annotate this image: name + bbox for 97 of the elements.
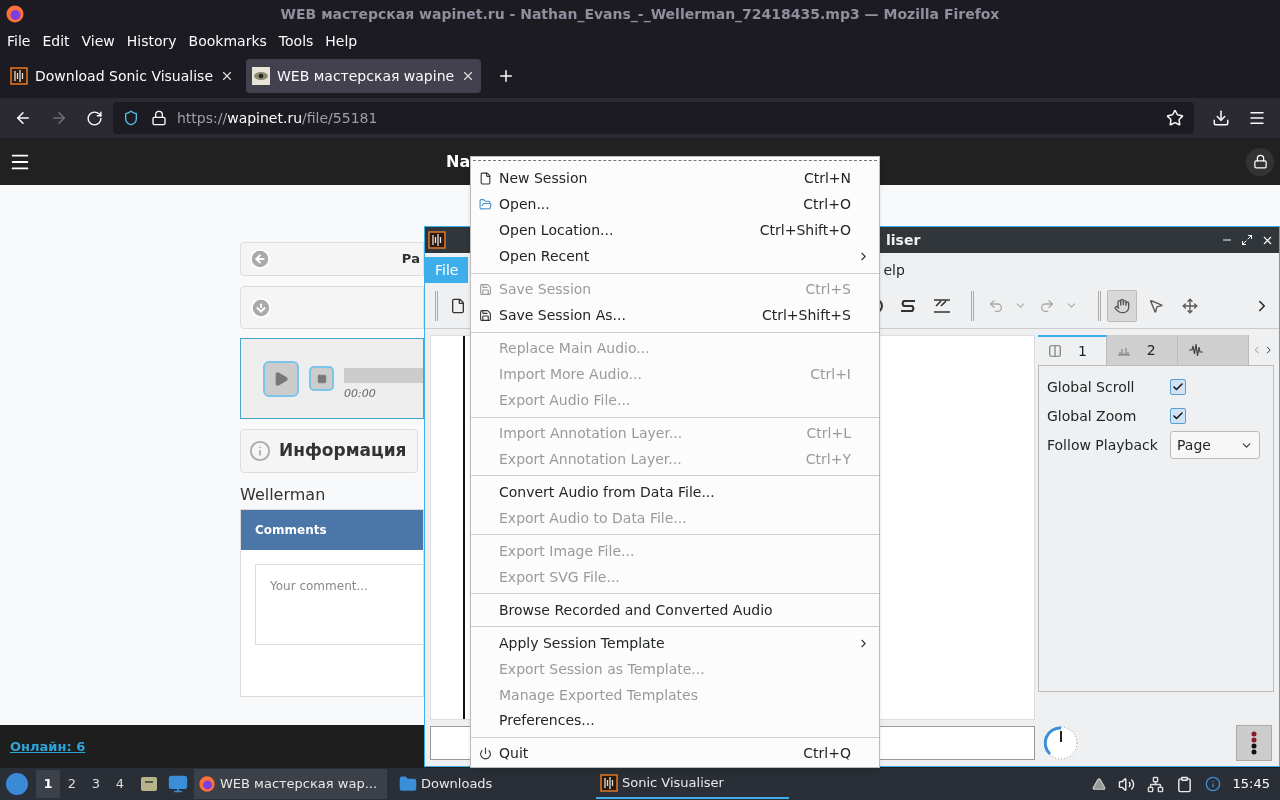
check-icon	[1172, 381, 1184, 393]
window-title: liser	[886, 230, 921, 250]
menu-item[interactable]: Preferences...	[471, 708, 879, 734]
forward-icon[interactable]	[50, 109, 68, 127]
option-label: Global Scroll	[1047, 377, 1136, 397]
checkbox[interactable]	[1170, 408, 1186, 424]
start-button[interactable]	[6, 773, 28, 795]
browser-tab[interactable]: WEB мастерская wapine	[246, 59, 482, 93]
workspace-button[interactable]: 4	[108, 770, 132, 798]
tab-favicon	[10, 67, 28, 85]
task-button[interactable]: WEB мастерская wap...	[194, 769, 387, 799]
waveform-icon	[1187, 342, 1204, 358]
panes-icon	[1048, 344, 1062, 358]
eye-icon	[252, 67, 270, 85]
menu-item[interactable]: Bookmarks	[182, 30, 273, 52]
menu-item[interactable]: Open Location... Ctrl+Shift+O	[471, 217, 879, 244]
panel-tab[interactable]	[1177, 335, 1249, 365]
document-icon	[478, 172, 492, 186]
menu-item[interactable]: Apply Session Template	[471, 630, 879, 657]
notification-icon[interactable]	[1204, 776, 1221, 792]
menu-item[interactable]: Browse Recorded and Converted Audio	[471, 597, 879, 624]
checkbox[interactable]	[1170, 379, 1186, 395]
back-icon[interactable]	[14, 109, 32, 127]
menu-item[interactable]: View	[75, 30, 121, 52]
volume-dial[interactable]	[1041, 723, 1081, 763]
network-icon[interactable]	[1146, 775, 1164, 793]
dropdown[interactable]: Page	[1170, 431, 1260, 459]
stop-button[interactable]	[309, 366, 334, 391]
folder-icon	[478, 198, 492, 212]
menu-item[interactable]: Open Recent	[471, 243, 879, 270]
menu-item[interactable]: Tools	[272, 30, 320, 52]
panel-tab[interactable]: 1	[1038, 335, 1107, 365]
window-title: WEB мастерская wapinet.ru - Nathan_Evans_-_Wellerman_72418435.mp3 — Mozilla Firefox	[280, 4, 1000, 25]
folder-icon	[399, 775, 417, 793]
check-icon	[1172, 410, 1184, 422]
workspace-button[interactable]: 1	[36, 770, 60, 798]
lock-icon	[151, 110, 167, 126]
meter-button[interactable]	[1236, 725, 1272, 761]
lock-icon	[1252, 154, 1268, 169]
comments-header: Comments	[241, 510, 423, 550]
zigzag-icon[interactable]	[933, 298, 951, 313]
browser-tab[interactable]: Download Sonic Visualise	[4, 59, 240, 93]
curve-icon[interactable]	[899, 298, 917, 313]
menu-item[interactable]: Edit	[36, 30, 76, 52]
hand-icon	[1114, 297, 1130, 314]
menu-item[interactable]: Quit Ctrl+Q	[471, 740, 879, 767]
power-icon	[478, 747, 492, 761]
page-title: Na	[446, 150, 471, 173]
play-icon	[273, 370, 289, 387]
option-label: Follow Playback	[1047, 435, 1159, 455]
document-icon[interactable]	[450, 297, 466, 314]
menu-item[interactable]: Help	[319, 30, 364, 52]
info-icon	[249, 440, 271, 462]
desktop-icon[interactable]	[168, 774, 188, 794]
info-header: Информация	[240, 429, 418, 473]
reload-icon[interactable]	[86, 109, 103, 127]
tray-arrow-icon[interactable]	[1091, 777, 1106, 791]
arrow-down-icon	[250, 296, 272, 319]
comment-field[interactable]: Your comment...	[255, 564, 425, 645]
close-icon[interactable]	[220, 69, 234, 83]
workspace-button[interactable]: 3	[84, 770, 108, 798]
menu-icon[interactable]	[1248, 109, 1266, 127]
time-label: 00:00	[344, 386, 377, 403]
maximize-icon[interactable]	[1241, 234, 1253, 246]
menu-item[interactable]: New Session Ctrl+N	[471, 166, 879, 192]
stop-icon	[316, 373, 327, 384]
task-button[interactable]: Downloads	[395, 769, 588, 799]
address-field[interactable]: https://wapinet.ru/file/55181	[113, 102, 1194, 134]
hand-tool-button[interactable]	[1107, 289, 1137, 322]
download-icon[interactable]	[1212, 109, 1230, 127]
menu-item[interactable]: History	[120, 30, 183, 52]
menu-item[interactable]: Convert Audio from Data File...	[471, 479, 879, 506]
lock-button[interactable]	[1246, 147, 1274, 176]
pointer-icon	[1148, 297, 1164, 314]
panel-tab[interactable]: 2	[1106, 335, 1178, 365]
play-button[interactable]	[263, 360, 299, 397]
shield-icon	[123, 110, 139, 126]
firefox-icon	[5, 4, 25, 24]
arrow-left-icon	[249, 248, 271, 270]
workspace-button[interactable]: 2	[60, 770, 84, 798]
file-name: Wellerman	[240, 484, 327, 506]
drawer-icon[interactable]	[140, 775, 158, 793]
back-button[interactable]: Ра	[240, 242, 424, 276]
volume-icon[interactable]	[1117, 775, 1135, 793]
menu-item[interactable]: Save Session As... Ctrl+Shift+S	[471, 302, 879, 329]
firefox-icon	[198, 775, 216, 793]
menu-item[interactable]: File	[1, 30, 37, 52]
level-meter-icon	[1251, 731, 1257, 755]
app-icon	[600, 774, 618, 792]
bookmark-star-icon[interactable]	[1166, 109, 1184, 127]
clipboard-icon[interactable]	[1175, 775, 1193, 793]
online-link[interactable]: Онлайн: 6	[10, 736, 86, 757]
clock: 15:45	[1232, 775, 1270, 794]
menu-item[interactable]: Open... Ctrl+O	[471, 191, 879, 218]
move-icon	[1182, 297, 1198, 314]
app-icon	[428, 231, 446, 249]
option-label: Global Zoom	[1047, 406, 1138, 426]
